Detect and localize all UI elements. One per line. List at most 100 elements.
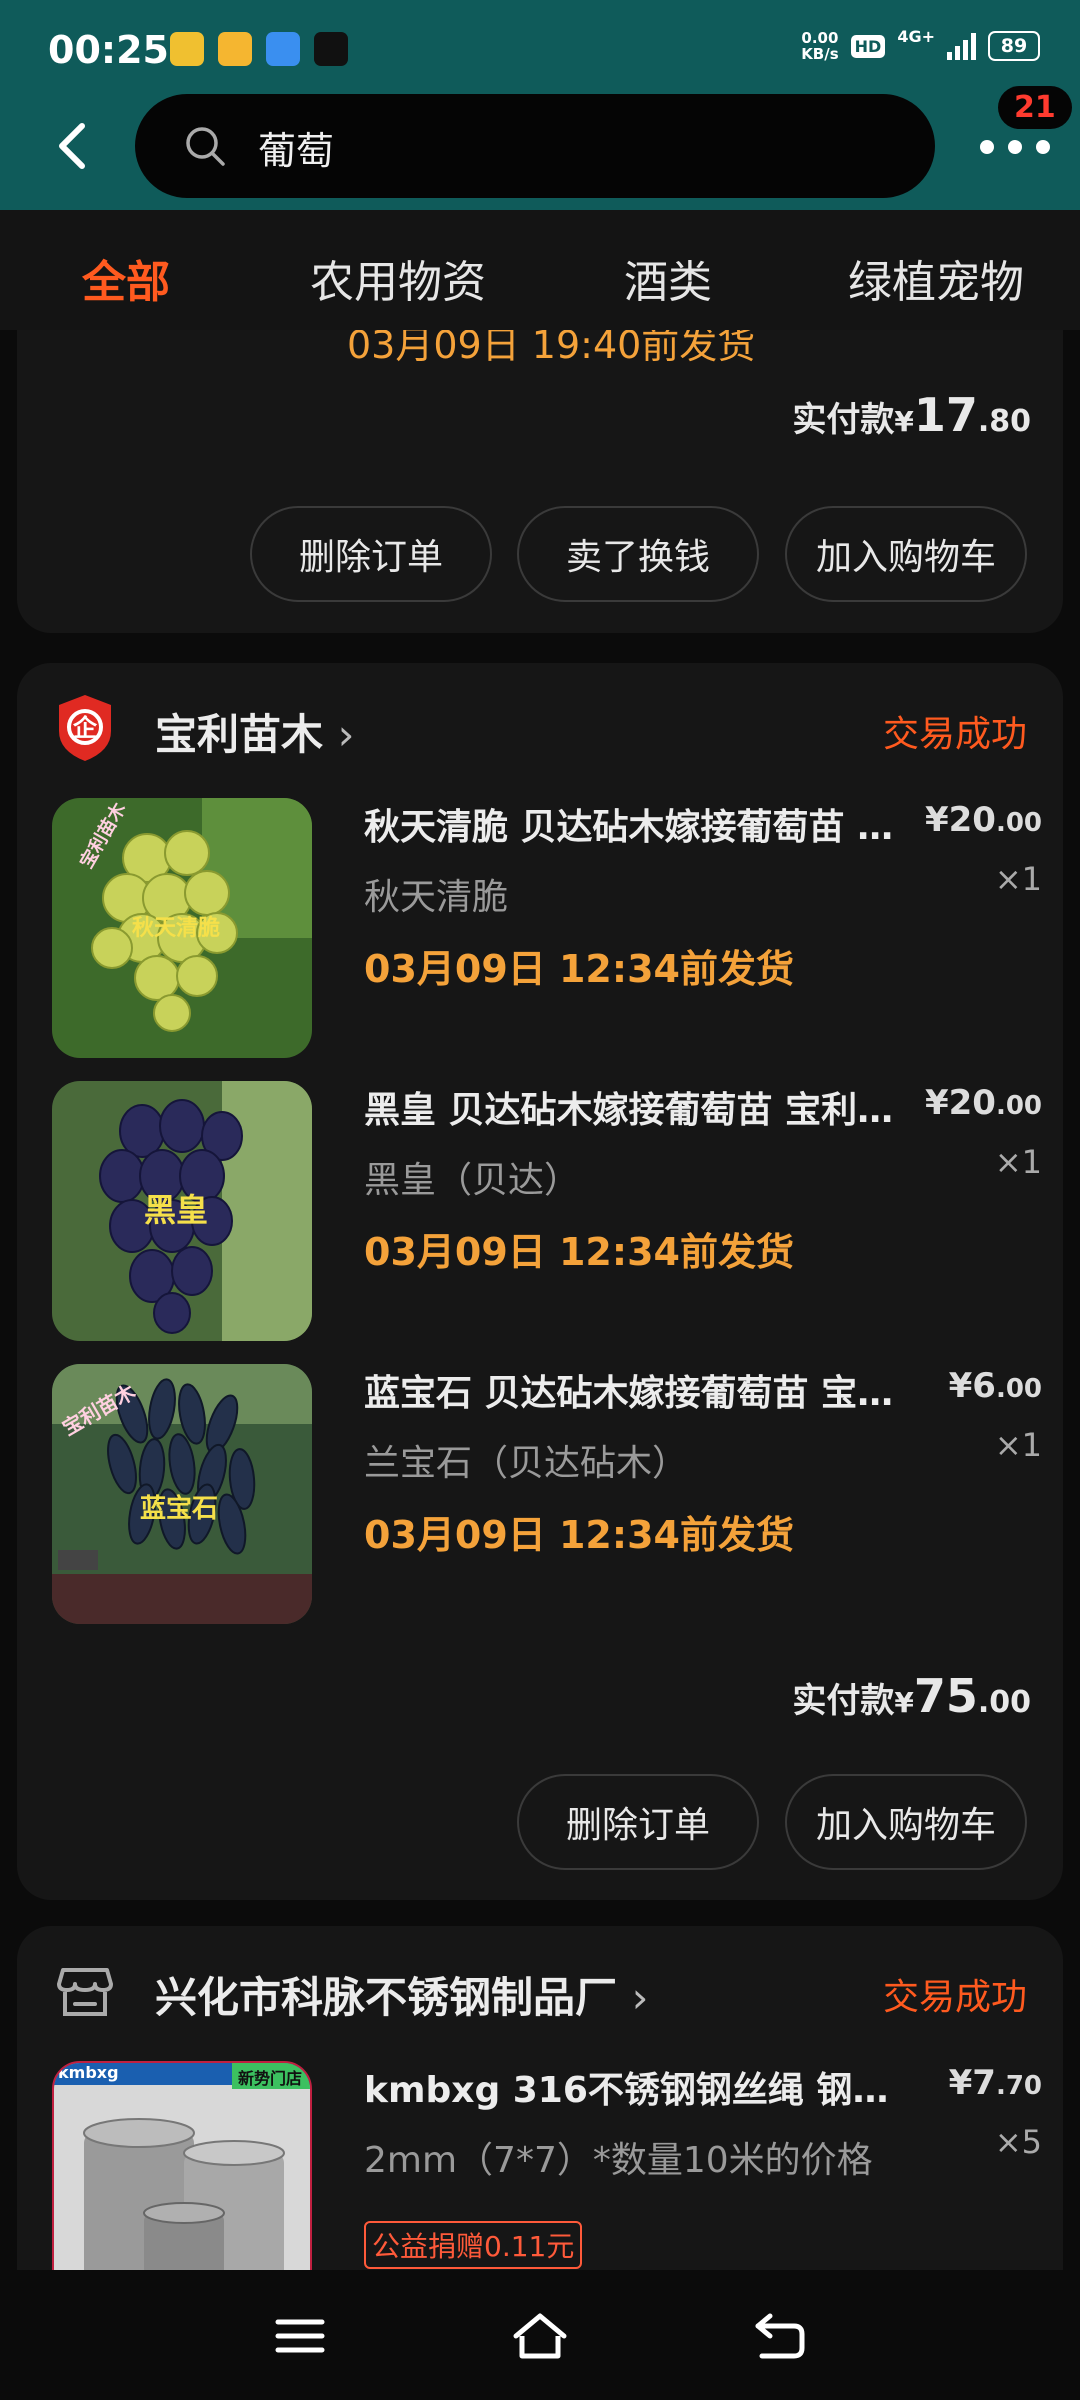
item-price: ¥6.00: [949, 1366, 1042, 1406]
status-bar: 00:25 0.00 KB/s HD 4G+ 89: [0, 0, 1080, 100]
hd-icon: HD: [850, 34, 886, 58]
store-icon: [57, 1968, 113, 2016]
price-dec: .00: [995, 808, 1042, 838]
shop-name: 兴化市科脉不锈钢制品厂 ›: [155, 1964, 648, 2025]
ship-deadline: 03月09日 12:34前发货: [364, 1513, 794, 1557]
total-currency: ¥: [894, 405, 914, 438]
product-variant: 秋天清脆: [364, 877, 509, 918]
notification-icons: [170, 32, 348, 66]
ship-deadline: 03月09日 12:34前发货: [364, 947, 794, 991]
menu-icon[interactable]: [270, 2310, 330, 2362]
product-variant: 黑皇（贝达）: [364, 1160, 581, 1201]
order-status: 交易成功: [882, 714, 1027, 755]
more-options-icon[interactable]: [975, 130, 1060, 164]
net-speed-value: 0.00: [801, 29, 839, 47]
net-speed: 0.00 KB/s: [801, 30, 838, 62]
shop-header[interactable]: 兴化市科脉不锈钢制品厂 › 交易成功: [55, 1956, 1027, 2036]
back-arrow-icon[interactable]: [48, 118, 96, 174]
weibo-icon: [218, 32, 252, 66]
order-card: 企 宝利苗木 › 交易成功 秋天清脆 宝利苗木 秋天清脆 贝达砧木嫁接葡萄苗 宝…: [17, 663, 1063, 1900]
item-quantity: ×5: [994, 2123, 1042, 2161]
product-variant: 兰宝石（贝达砧木）: [364, 1443, 689, 1484]
item-quantity: ×1: [994, 1143, 1042, 1181]
total-label: 实付款: [792, 1681, 895, 1721]
product-title: 秋天清脆 贝达砧木嫁接葡萄苗 宝利苗木: [364, 807, 924, 848]
order-item[interactable]: 蓝宝石 宝利苗木 蓝宝石 贝达砧木嫁接葡萄苗 宝利苗木 兰宝石（贝达砧木） 03…: [52, 1364, 1042, 1624]
product-title: 蓝宝石 贝达砧木嫁接葡萄苗 宝利苗木: [364, 1373, 924, 1414]
product-title: 黑皇 贝达砧木嫁接葡萄苗 宝利苗木: [364, 1090, 924, 1131]
price-int: ¥20: [924, 800, 996, 840]
search-input[interactable]: 葡萄: [135, 94, 935, 198]
price-int: ¥20: [924, 1083, 996, 1123]
delete-order-button[interactable]: 删除订单: [517, 1774, 759, 1870]
item-price: ¥20.00: [925, 800, 1042, 840]
tab-liquor[interactable]: 酒类: [624, 246, 712, 310]
product-variant: 2mm（7*7）*数量10米的价格: [364, 2140, 873, 2181]
enterprise-shield-icon: 企: [59, 695, 111, 761]
search-icon: [186, 127, 225, 166]
order-status: 交易成功: [882, 1977, 1027, 2018]
product-title: kmbxg 316不锈钢钢丝绳 钢丝绳: [364, 2070, 924, 2111]
total-decimal: .80: [977, 404, 1031, 439]
order-item[interactable]: kmbxg 新势门店 kmbxg 316不锈钢钢丝绳 钢丝绳 2mm（7*7）*…: [52, 2061, 1042, 2270]
signal-icon: [947, 32, 976, 60]
app-notification-icon: [170, 32, 204, 66]
total-amount: 75: [913, 1669, 978, 1723]
item-price: ¥7.70: [949, 2063, 1042, 2103]
price-dec: .00: [995, 1091, 1042, 1121]
price-dec: .00: [995, 1374, 1042, 1404]
tiktok-icon: [314, 32, 348, 66]
order-item[interactable]: 黑皇 黑皇 贝达砧木嫁接葡萄苗 宝利苗木 黑皇（贝达） 03月09日 12:34…: [52, 1081, 1042, 1341]
order-card: 03月09日 19:40前发货 实付款¥17.80 删除订单 卖了换钱 加入购物…: [17, 330, 1063, 633]
header-bar: 00:25 0.00 KB/s HD 4G+ 89 葡萄 21: [0, 0, 1080, 210]
back-icon[interactable]: [750, 2310, 810, 2362]
delete-order-button[interactable]: 删除订单: [250, 506, 492, 602]
svg-text:企: 企: [73, 714, 98, 742]
thumbnail-label: 秋天清脆: [132, 916, 221, 941]
steel-wire-rope-image: [54, 2063, 310, 2270]
order-total: 实付款¥17.80: [792, 388, 1031, 442]
total-label: 实付款: [792, 400, 895, 440]
item-price: ¥20.00: [925, 1083, 1042, 1123]
ship-deadline: 03月09日 19:40前发货: [347, 330, 756, 367]
order-total: 实付款¥75.00: [792, 1669, 1031, 1723]
tab-all[interactable]: 全部: [82, 246, 170, 310]
resell-button[interactable]: 卖了换钱: [517, 506, 759, 602]
price-int: ¥7: [948, 2063, 996, 2103]
system-nav-bar: [0, 2270, 1080, 2400]
thumbnail-label: 黑皇: [144, 1191, 209, 1229]
product-thumbnail: 秋天清脆 宝利苗木: [52, 798, 312, 1058]
product-thumbnail: 蓝宝石 宝利苗木: [52, 1364, 312, 1624]
item-quantity: ×1: [994, 1426, 1042, 1464]
price-dec: .70: [995, 2071, 1042, 2101]
baidu-icon: [266, 32, 300, 66]
chevron-right-icon: ›: [337, 710, 355, 759]
product-thumbnail: kmbxg 新势门店: [52, 2061, 312, 2270]
net-speed-unit: KB/s: [801, 45, 839, 63]
total-amount: 17: [913, 388, 978, 442]
total-decimal: .00: [977, 1685, 1031, 1720]
home-icon[interactable]: [510, 2310, 570, 2362]
network-type: 4G+: [897, 26, 935, 46]
tab-plants-pets[interactable]: 绿植宠物: [848, 246, 1024, 310]
price-int: ¥6: [948, 1366, 996, 1406]
status-right: 0.00 KB/s HD 4G+ 89: [801, 26, 1040, 62]
tab-agricultural[interactable]: 农用物资: [310, 246, 486, 310]
thumbnail-tag: 新势门店: [238, 2069, 303, 2088]
status-time: 00:25: [48, 28, 169, 72]
shop-name-text: 宝利苗木: [155, 710, 324, 759]
thumbnail-brand: kmbxg: [58, 2063, 119, 2082]
order-card: 兴化市科脉不锈钢制品厂 › 交易成功 kmbxg 新势门店 kmbxg 316不…: [17, 1926, 1063, 2270]
search-query: 葡萄: [258, 129, 335, 173]
product-thumbnail: 黑皇: [52, 1081, 312, 1341]
charity-donation-tag: 公益捐赠0.11元: [364, 2221, 583, 2269]
shop-name: 宝利苗木 ›: [155, 701, 354, 762]
category-tabs: 全部 农用物资 酒类 绿植宠物: [0, 210, 1080, 330]
add-to-cart-button[interactable]: 加入购物车: [785, 506, 1027, 602]
message-count-badge: 21: [998, 86, 1072, 129]
add-to-cart-button[interactable]: 加入购物车: [785, 1774, 1027, 1870]
order-item[interactable]: 秋天清脆 宝利苗木 秋天清脆 贝达砧木嫁接葡萄苗 宝利苗木 秋天清脆 03月09…: [52, 798, 1042, 1058]
shop-name-text: 兴化市科脉不锈钢制品厂: [155, 1973, 618, 2022]
shop-header[interactable]: 企 宝利苗木 › 交易成功: [55, 693, 1027, 773]
thumbnail-label: 蓝宝石: [140, 1494, 219, 1524]
